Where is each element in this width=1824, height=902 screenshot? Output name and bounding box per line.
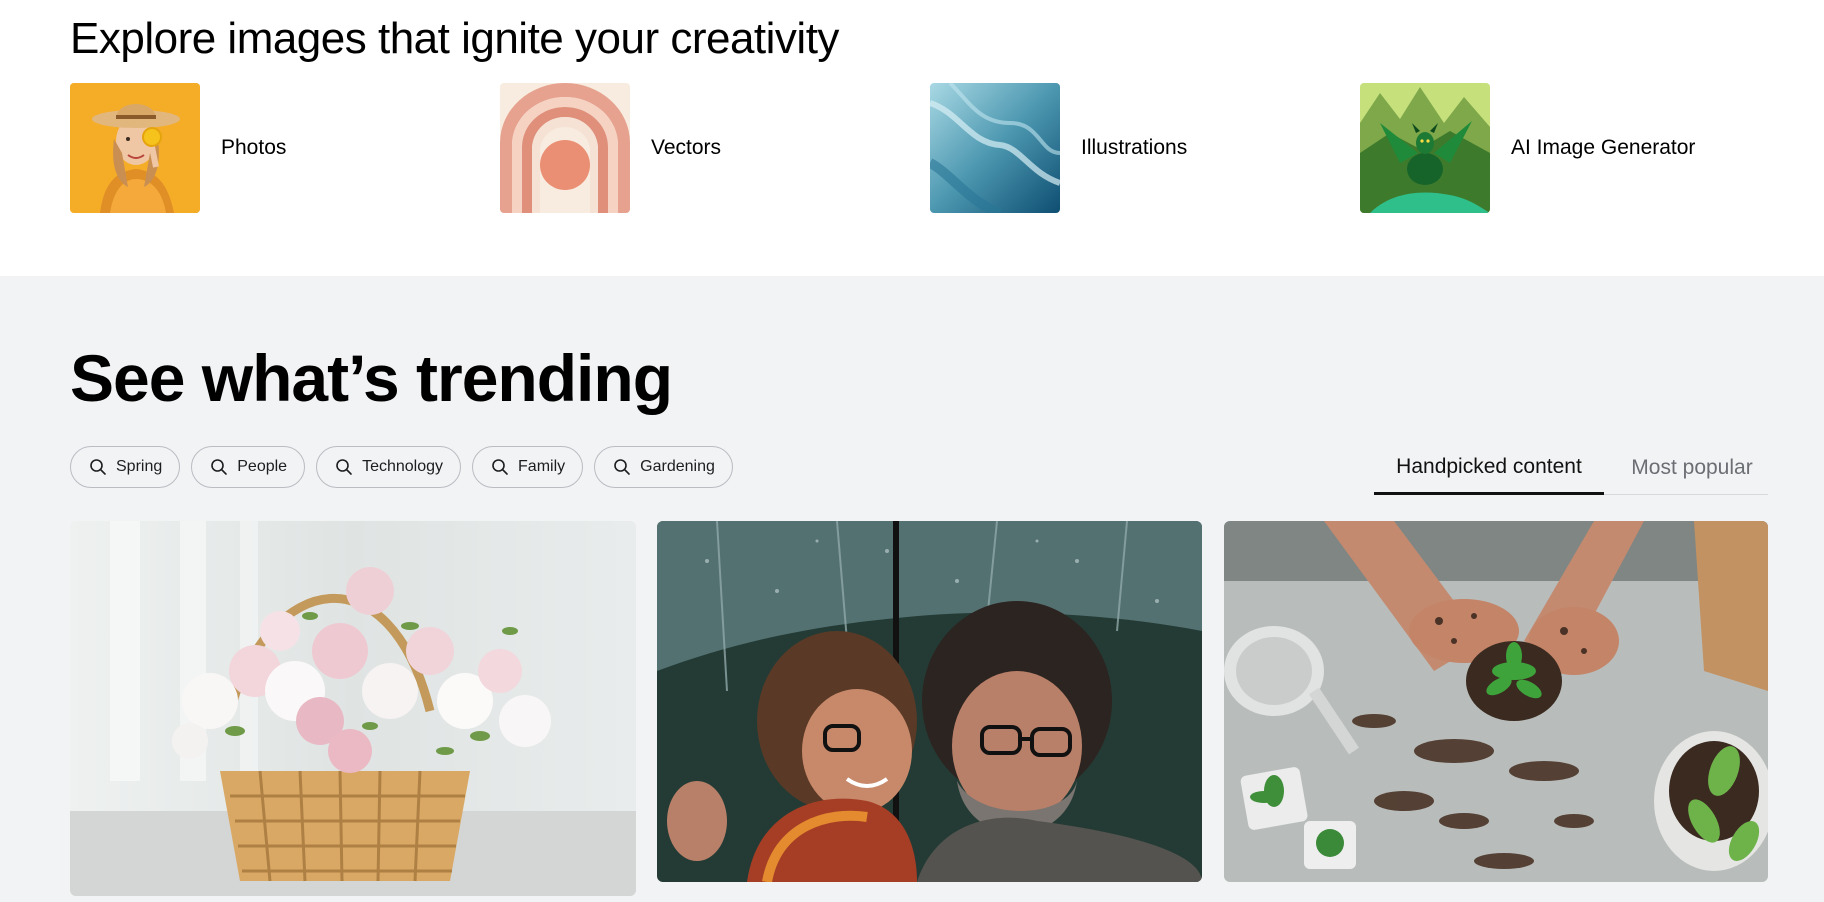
flower-basket-photo[interactable] — [70, 521, 636, 896]
search-icon — [90, 459, 106, 475]
chip-people[interactable]: People — [191, 446, 306, 488]
chip-label: Family — [518, 458, 566, 475]
blue-water-illustration-thumbnail — [930, 83, 1060, 213]
chip-gardening[interactable]: Gardening — [594, 446, 733, 488]
gardening-hands-photo[interactable] — [1224, 521, 1768, 882]
category-photos[interactable]: Photos — [70, 83, 286, 213]
category-ai-image-generator-label: AI Image Generator — [1511, 136, 1696, 159]
chip-label: Technology — [362, 458, 444, 475]
category-vectors-label: Vectors — [651, 136, 722, 159]
tab-handpicked-content[interactable]: Handpicked content — [1374, 442, 1604, 495]
search-icon — [492, 459, 508, 475]
search-icon — [211, 459, 228, 475]
tab-most-popular[interactable]: Most popular — [1624, 442, 1760, 494]
search-icon — [336, 459, 352, 475]
chip-label: Spring — [116, 458, 163, 475]
chip-spring[interactable]: Spring — [70, 446, 181, 488]
category-illustrations[interactable]: Illustrations — [930, 83, 1187, 213]
category-illustrations-label: Illustrations — [1081, 136, 1188, 159]
trending-title: See what’s trending — [70, 341, 673, 415]
explore-title: Explore images that ignite your creativi… — [70, 14, 839, 63]
chip-technology[interactable]: Technology — [316, 446, 462, 488]
green-dragon-ai-image-thumbnail — [1360, 83, 1490, 213]
search-icon — [614, 459, 630, 475]
woman-with-hat-photo-thumbnail — [70, 83, 200, 213]
category-ai-image-generator[interactable]: AI Image Generator — [1360, 83, 1695, 213]
chip-family[interactable]: Family — [472, 446, 584, 488]
couple-under-umbrella-photo[interactable] — [657, 521, 1202, 882]
explore-section: Explore images that ignite your creativi… — [0, 0, 1824, 276]
chip-label: Gardening — [640, 458, 715, 475]
chip-label: People — [237, 458, 288, 475]
trending-tabs: Handpicked content Most popular — [1374, 442, 1768, 495]
category-photos-label: Photos — [221, 136, 287, 159]
category-vectors[interactable]: Vectors — [500, 83, 721, 213]
trending-chips: Spring People Technology Family Gardenin… — [70, 446, 733, 488]
trending-section: See what’s trending Spring People Techno… — [0, 276, 1824, 902]
rainbow-arch-vector-thumbnail — [500, 83, 630, 213]
